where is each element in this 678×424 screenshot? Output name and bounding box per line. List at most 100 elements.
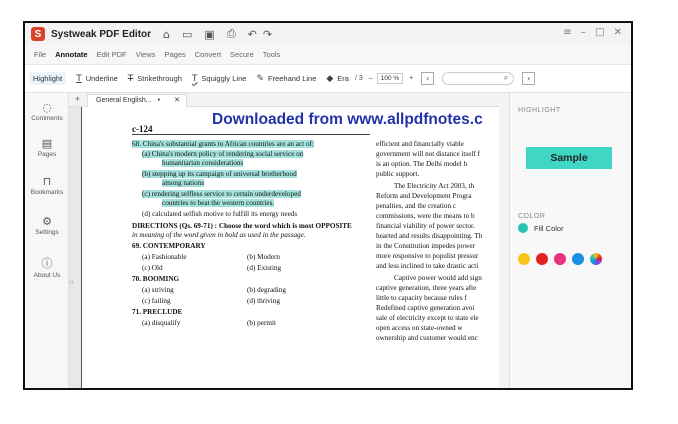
page-count: / 3 xyxy=(354,75,363,82)
document-tabs: + General English... • ✕ xyxy=(69,93,499,107)
text-line: among nations xyxy=(162,179,205,187)
menu-secure[interactable]: Secure xyxy=(230,50,254,59)
option-line: (b) stepping up its campaign of universa… xyxy=(142,170,297,179)
fill-color-dot xyxy=(518,223,528,233)
zoom-out-button[interactable]: – xyxy=(369,75,373,82)
text-line: Reform and Development Progra xyxy=(376,192,472,200)
text-line: (a) China's modern policy of rendering s… xyxy=(142,150,304,158)
page-number: c-124 xyxy=(132,124,153,134)
text-line: more responsive to populist pressur xyxy=(376,252,479,260)
menu-edit-pdf[interactable]: Edit PDF xyxy=(97,50,127,59)
squiggly-label: Squiggly Line xyxy=(201,74,247,83)
underline-button[interactable]: T Underline xyxy=(76,74,118,84)
left-sidebar: ◌ Comments ▤ Pages ⊓ Bookmarks ⚙ Setting… xyxy=(25,93,69,388)
sidebar-label-pages: Pages xyxy=(37,151,57,158)
option-line: (d) thriving xyxy=(247,297,280,305)
text-line: (b) stepping up its campaign of universa… xyxy=(142,170,297,178)
text-line: Redefined captive generation avoi xyxy=(376,304,475,312)
sidebar-item-pages[interactable]: ▤ Pages xyxy=(25,137,69,158)
vertical-scrollbar[interactable] xyxy=(499,93,509,388)
menu-annotate[interactable]: Annotate xyxy=(55,50,88,59)
close-icon[interactable]: ✕ xyxy=(174,95,180,107)
squiggly-button[interactable]: T Squiggly Line xyxy=(192,74,247,84)
menu-tools[interactable]: Tools xyxy=(263,50,281,59)
eraser-button[interactable]: ◆ Era xyxy=(326,74,349,84)
menu-views[interactable]: Views xyxy=(136,50,156,59)
text-line: 68. China's substantial grants to Africa… xyxy=(132,140,314,148)
option-line: humanitarian considerations xyxy=(162,159,244,168)
comments-icon: ◌ xyxy=(42,101,52,114)
sidebar-collapse-handle[interactable]: ‹› xyxy=(69,279,74,286)
next-result-button[interactable]: › xyxy=(522,72,536,85)
menu-pages[interactable]: Pages xyxy=(164,50,185,59)
strikethrough-icon: T xyxy=(127,73,134,84)
new-tab-button[interactable]: + xyxy=(75,94,80,104)
freehand-label: Freehand Line xyxy=(268,74,317,83)
option-line: (a) Fashionable xyxy=(142,253,187,261)
text-line: commissions, were the means to b xyxy=(376,212,475,220)
option-line: (a) China's modern policy of rendering s… xyxy=(142,150,304,159)
sidebar-item-comments[interactable]: ◌ Comments xyxy=(25,101,69,122)
strikethrough-label: Strikethrough xyxy=(137,74,182,83)
text-line: The Electricity Act 2003, th xyxy=(394,182,475,190)
text-line: and less inclined to take drastic acti xyxy=(376,262,479,270)
text-line: captive generation, three years afte xyxy=(376,284,477,292)
sidebar-item-settings[interactable]: ⚙ Settings xyxy=(25,215,69,236)
fill-color-label: Fill Color xyxy=(534,223,564,233)
menu-file[interactable]: File xyxy=(34,50,46,59)
save-icon[interactable]: ▣ xyxy=(204,28,214,41)
window-controls[interactable]: ≡ – □ ✕ xyxy=(563,27,625,38)
tab-modified-dot: • xyxy=(157,97,161,104)
prev-result-button[interactable]: ‹ xyxy=(421,72,435,85)
option-line: (c) Old xyxy=(142,264,163,272)
search-input[interactable]: ⌕ xyxy=(442,72,515,85)
redo-icon[interactable]: ↷ xyxy=(263,28,272,41)
highlight-button[interactable]: Highlight xyxy=(29,72,67,85)
zoom-in-button[interactable]: + xyxy=(409,75,413,82)
app-title: Systweak PDF Editor xyxy=(51,28,152,40)
text-line: hearted and results disappointing. Th xyxy=(376,232,483,240)
menu-convert[interactable]: Convert xyxy=(195,50,221,59)
swatch-red[interactable] xyxy=(536,253,548,265)
pages-icon: ▤ xyxy=(41,137,53,150)
color-header: COLOR xyxy=(518,213,546,220)
page-banner: Downloaded from www.allpdfnotes.c xyxy=(212,111,483,128)
swatch-yellow[interactable] xyxy=(518,253,530,265)
option-line: (b) Modern xyxy=(247,253,280,261)
swatch-blue[interactable] xyxy=(572,253,584,265)
properties-panel: HIGHLIGHT Sample COLOR Fill Color xyxy=(509,93,631,388)
option-line: countries to beat the western countries. xyxy=(162,199,275,208)
sidebar-label-about: About Us xyxy=(33,272,61,279)
underline-icon: T xyxy=(76,73,82,84)
option-line: (c) rendering selfless service to certai… xyxy=(142,190,301,199)
undo-icon[interactable]: ↶ xyxy=(248,28,257,41)
tab-general-english[interactable]: General English... • ✕ xyxy=(87,94,187,107)
freehand-button[interactable]: ✎ Freehand Line xyxy=(256,74,316,84)
text-line: penalties, and the creation c xyxy=(376,202,457,210)
home-icon[interactable]: ⌂ xyxy=(163,28,170,41)
question-69: 69. CONTEMPORARY xyxy=(132,242,206,250)
bookmark-icon: ⊓ xyxy=(42,175,52,188)
print-icon[interactable]: ⎙ xyxy=(227,27,236,41)
sidebar-item-about[interactable]: ⓘ About Us xyxy=(25,255,69,279)
app-logo-icon: S xyxy=(31,27,45,41)
sidebar-item-bookmarks[interactable]: ⊓ Bookmarks xyxy=(25,175,69,196)
highlight-header: HIGHLIGHT xyxy=(518,107,561,114)
menu-bar: File Annotate Edit PDF Views Pages Conve… xyxy=(25,45,631,65)
fill-color-option[interactable]: Fill Color xyxy=(518,223,564,233)
option-line: (a) striving xyxy=(142,286,174,294)
tab-title: General English... xyxy=(96,97,152,104)
document-viewport[interactable]: ‹› Downloaded from www.allpdfnotes.c c-1… xyxy=(69,107,499,388)
folder-icon[interactable]: ▭ xyxy=(182,28,192,41)
text-line: sale of electricity except to state ele xyxy=(376,314,479,322)
swatch-multicolor-picker[interactable] xyxy=(590,253,602,265)
swatch-pink[interactable] xyxy=(554,253,566,265)
eraser-label: Era xyxy=(337,74,349,83)
question-70: 70. BOOMING xyxy=(132,275,180,283)
option-line: (d) calculated selfish motive to fulfill… xyxy=(142,210,298,218)
strikethrough-button[interactable]: T Strikethrough xyxy=(128,74,182,84)
text-line: open access on state-owned w xyxy=(376,324,463,332)
underline-label: Underline xyxy=(85,74,118,83)
gear-icon: ⚙ xyxy=(42,215,52,228)
zoom-level[interactable]: 100 % xyxy=(376,73,404,84)
